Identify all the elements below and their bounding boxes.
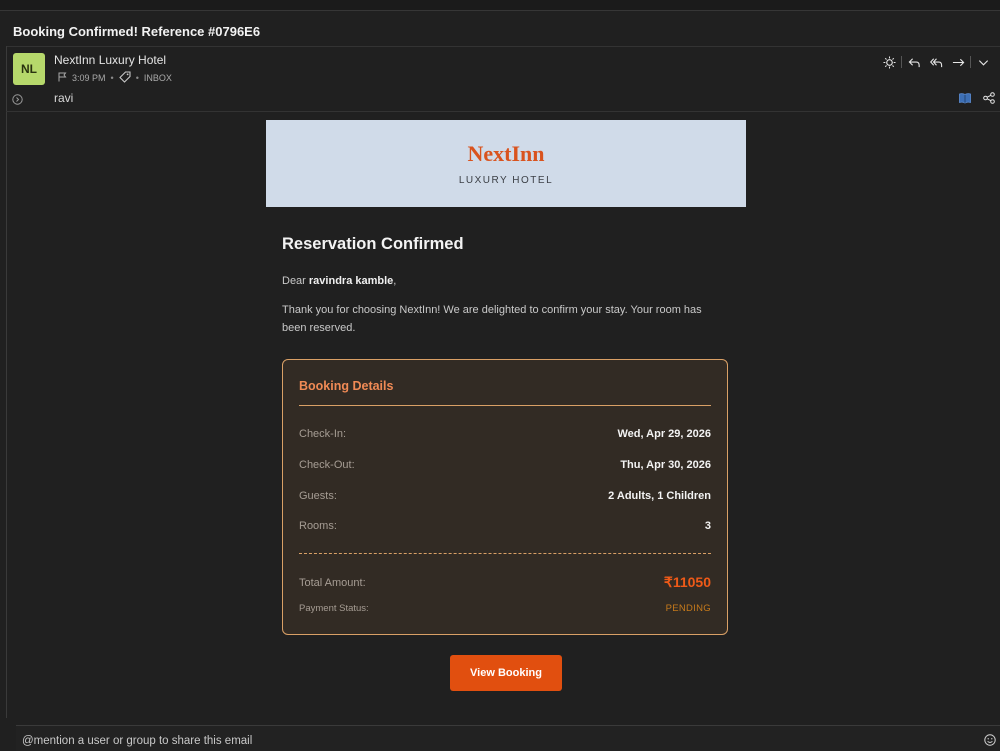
guest-name: ravindra kamble <box>308 275 394 287</box>
detail-row-checkin: Check-In: Wed, Apr 29, 2026 <box>299 428 711 440</box>
tag-icon[interactable] <box>118 71 131 85</box>
payment-label: Payment Status: <box>299 603 369 614</box>
greeting-suffix: , <box>393 275 397 287</box>
meta-dot: • <box>110 73 114 83</box>
detail-label: Guests: <box>299 490 337 502</box>
mention-input[interactable]: @mention a user or group to share this e… <box>22 735 252 747</box>
booking-details-card: Booking Details Check-In: Wed, Apr 29, 2… <box>282 359 728 635</box>
booking-details-title: Booking Details <box>299 379 394 393</box>
view-booking-button[interactable]: View Booking <box>450 655 562 691</box>
message-time: 3:09 PM <box>72 73 106 83</box>
mention-bar[interactable]: @mention a user or group to share this e… <box>16 725 1000 751</box>
avatar[interactable]: NL <box>13 53 45 85</box>
detail-value: 2 Adults, 1 Children <box>608 490 711 502</box>
detail-label: Check-In: <box>299 428 347 440</box>
dashed-divider <box>299 553 711 554</box>
message-actions <box>878 54 994 70</box>
detail-label: Check-Out: <box>299 459 355 471</box>
book-icon[interactable] <box>958 91 972 105</box>
message-meta: 3:09 PM • • INBOX <box>58 71 172 85</box>
detail-value[interactable]: Wed, Apr 29, 2026 <box>617 428 711 440</box>
forward-icon[interactable] <box>947 54 969 70</box>
brightness-icon[interactable] <box>878 54 900 70</box>
hotel-tagline: LUXURY HOTEL <box>458 175 554 186</box>
recipient[interactable]: ravi <box>54 91 73 105</box>
payment-row: Payment Status: PENDING <box>299 603 711 614</box>
sender-name[interactable]: NextInn Luxury Hotel <box>54 53 166 67</box>
email-content: Reservation Confirmed Dear ravindra kamb… <box>266 207 746 635</box>
hotel-banner: NextInn LUXURY HOTEL <box>266 120 746 207</box>
body-divider <box>6 111 1000 112</box>
reply-icon[interactable] <box>903 54 925 70</box>
toolbar-separator-2 <box>970 56 971 68</box>
thread-line <box>6 46 7 718</box>
detail-row-rooms: Rooms: 3 <box>299 520 711 532</box>
total-row: Total Amount: ₹11050 <box>299 574 711 591</box>
detail-value[interactable]: Thu, Apr 30, 2026 <box>620 459 711 471</box>
payment-status: PENDING <box>665 603 711 614</box>
email-subject: Booking Confirmed! Reference #0796E6 <box>13 24 261 39</box>
toolbar-separator <box>901 56 902 68</box>
flag-icon[interactable] <box>58 72 67 84</box>
email-body: NextInn LUXURY HOTEL Reservation Confirm… <box>266 120 746 691</box>
meta-dot-2: • <box>135 73 139 83</box>
detail-value: 3 <box>704 520 711 532</box>
greeting-prefix: Dear <box>282 275 309 287</box>
detail-row-checkout: Check-Out: Thu, Apr 30, 2026 <box>299 459 711 471</box>
expand-icon[interactable] <box>12 92 23 105</box>
total-amount: ₹11050 <box>663 574 711 590</box>
detail-label: Rooms: <box>299 520 337 532</box>
card-divider <box>299 405 711 406</box>
hotel-brand: NextInn <box>467 141 545 166</box>
detail-row-guests: Guests: 2 Adults, 1 Children <box>299 490 711 502</box>
chevron-down-icon[interactable] <box>972 54 994 70</box>
share-icon[interactable] <box>982 91 996 105</box>
emoji-icon[interactable] <box>984 733 996 746</box>
reply-all-icon[interactable] <box>925 54 947 70</box>
header-divider <box>6 46 1000 47</box>
greeting: Dear ravindra kamble, <box>282 272 730 290</box>
email-message: Thank you for choosing NextInn! We are d… <box>282 304 702 334</box>
total-label: Total Amount: <box>299 576 366 589</box>
email-heading: Reservation Confirmed <box>282 235 464 253</box>
top-bar <box>0 0 1000 11</box>
folder-label: INBOX <box>143 73 172 83</box>
